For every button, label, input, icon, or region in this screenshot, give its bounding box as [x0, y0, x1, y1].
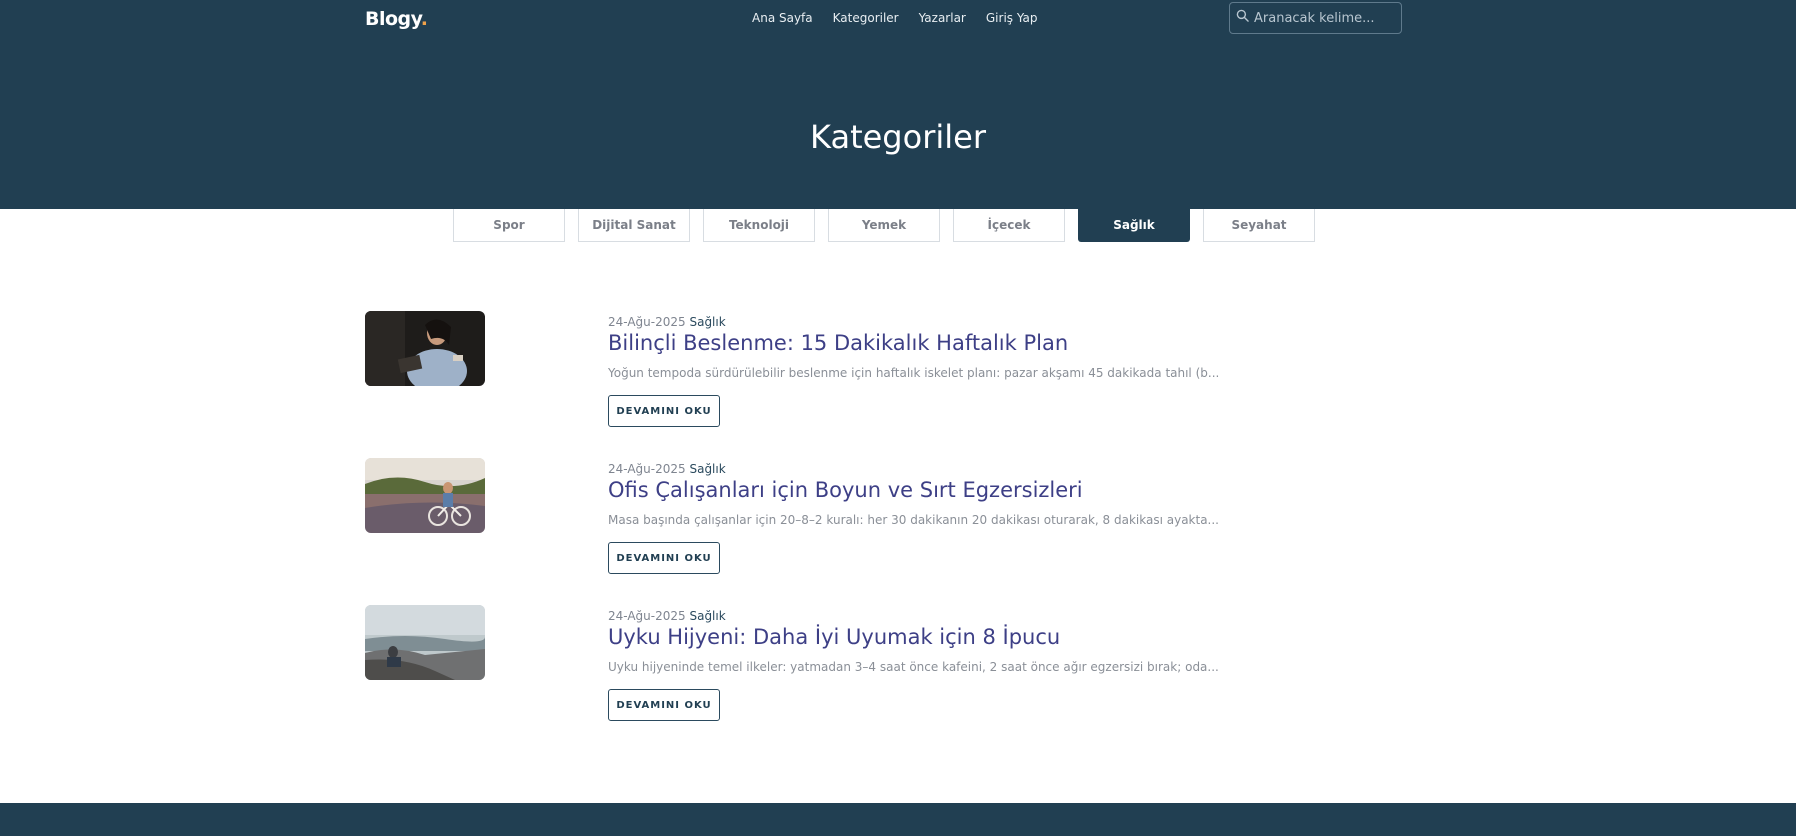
- tab-icecek[interactable]: İçecek: [953, 209, 1065, 242]
- post-date: 24-Ağu-2025: [608, 315, 686, 329]
- post-card: 24-Ağu-2025 Sağlık Bilinçli Beslenme: 15…: [365, 311, 1265, 433]
- logo-dot: .: [420, 8, 428, 30]
- post-card: 24-Ağu-2025 Sağlık Ofis Çalışanları için…: [365, 458, 1265, 580]
- post-title[interactable]: Uyku Hijyeni: Daha İyi Uyumak için 8 İpu…: [608, 625, 1060, 649]
- post-date: 24-Ağu-2025: [608, 462, 686, 476]
- nav-link-ana-sayfa[interactable]: Ana Sayfa: [752, 11, 813, 25]
- read-more-button[interactable]: DEVAMINI OKU: [608, 395, 720, 427]
- tab-teknoloji[interactable]: Teknoloji: [703, 209, 815, 242]
- hero-header: Blogy. Ana Sayfa Kategoriler Yazarlar Gi…: [0, 0, 1796, 209]
- read-more-button[interactable]: DEVAMINI OKU: [608, 689, 720, 721]
- post-title[interactable]: Ofis Çalışanları için Boyun ve Sırt Egze…: [608, 478, 1083, 502]
- nav-link-yazarlar[interactable]: Yazarlar: [919, 11, 966, 25]
- post-card: 24-Ağu-2025 Sağlık Uyku Hijyeni: Daha İy…: [365, 605, 1265, 727]
- post-excerpt: Yoğun tempoda sürdürülebilir beslenme iç…: [608, 366, 1220, 380]
- post-title[interactable]: Bilinçli Beslenme: 15 Dakikalık Haftalık…: [608, 331, 1068, 355]
- search-input[interactable]: [1254, 10, 1394, 26]
- tab-yemek[interactable]: Yemek: [828, 209, 940, 242]
- site-logo[interactable]: Blogy.: [365, 8, 428, 30]
- tab-seyahat[interactable]: Seyahat: [1203, 209, 1315, 242]
- category-tabs: Spor Dijital Sanat Teknoloji Yemek İçece…: [453, 209, 1315, 242]
- search-box: [1229, 2, 1402, 34]
- post-meta: 24-Ağu-2025 Sağlık: [608, 462, 726, 476]
- post-meta: 24-Ağu-2025 Sağlık: [608, 609, 726, 623]
- tab-saglik[interactable]: Sağlık: [1078, 209, 1190, 242]
- post-thumbnail[interactable]: [365, 311, 485, 386]
- tab-spor[interactable]: Spor: [453, 209, 565, 242]
- post-date: 24-Ağu-2025: [608, 609, 686, 623]
- post-excerpt: Masa başında çalışanlar için 20–8–2 kura…: [608, 513, 1219, 527]
- tab-dijital-sanat[interactable]: Dijital Sanat: [578, 209, 690, 242]
- site-footer: [0, 803, 1796, 836]
- post-thumbnail[interactable]: [365, 458, 485, 533]
- logo-text: Blogy: [365, 8, 421, 30]
- post-thumbnail[interactable]: [365, 605, 485, 680]
- main-nav: Ana Sayfa Kategoriler Yazarlar Giriş Yap: [752, 11, 1038, 25]
- read-more-button[interactable]: DEVAMINI OKU: [608, 542, 720, 574]
- search-icon: [1236, 9, 1249, 27]
- page-title: Kategoriler: [810, 118, 986, 156]
- post-category[interactable]: Sağlık: [689, 315, 725, 329]
- post-category[interactable]: Sağlık: [689, 462, 725, 476]
- post-excerpt: Uyku hijyeninde temel ilkeler: yatmadan …: [608, 660, 1219, 674]
- nav-link-kategoriler[interactable]: Kategoriler: [833, 11, 899, 25]
- post-meta: 24-Ağu-2025 Sağlık: [608, 315, 726, 329]
- nav-link-giris-yap[interactable]: Giriş Yap: [986, 11, 1038, 25]
- post-category[interactable]: Sağlık: [689, 609, 725, 623]
